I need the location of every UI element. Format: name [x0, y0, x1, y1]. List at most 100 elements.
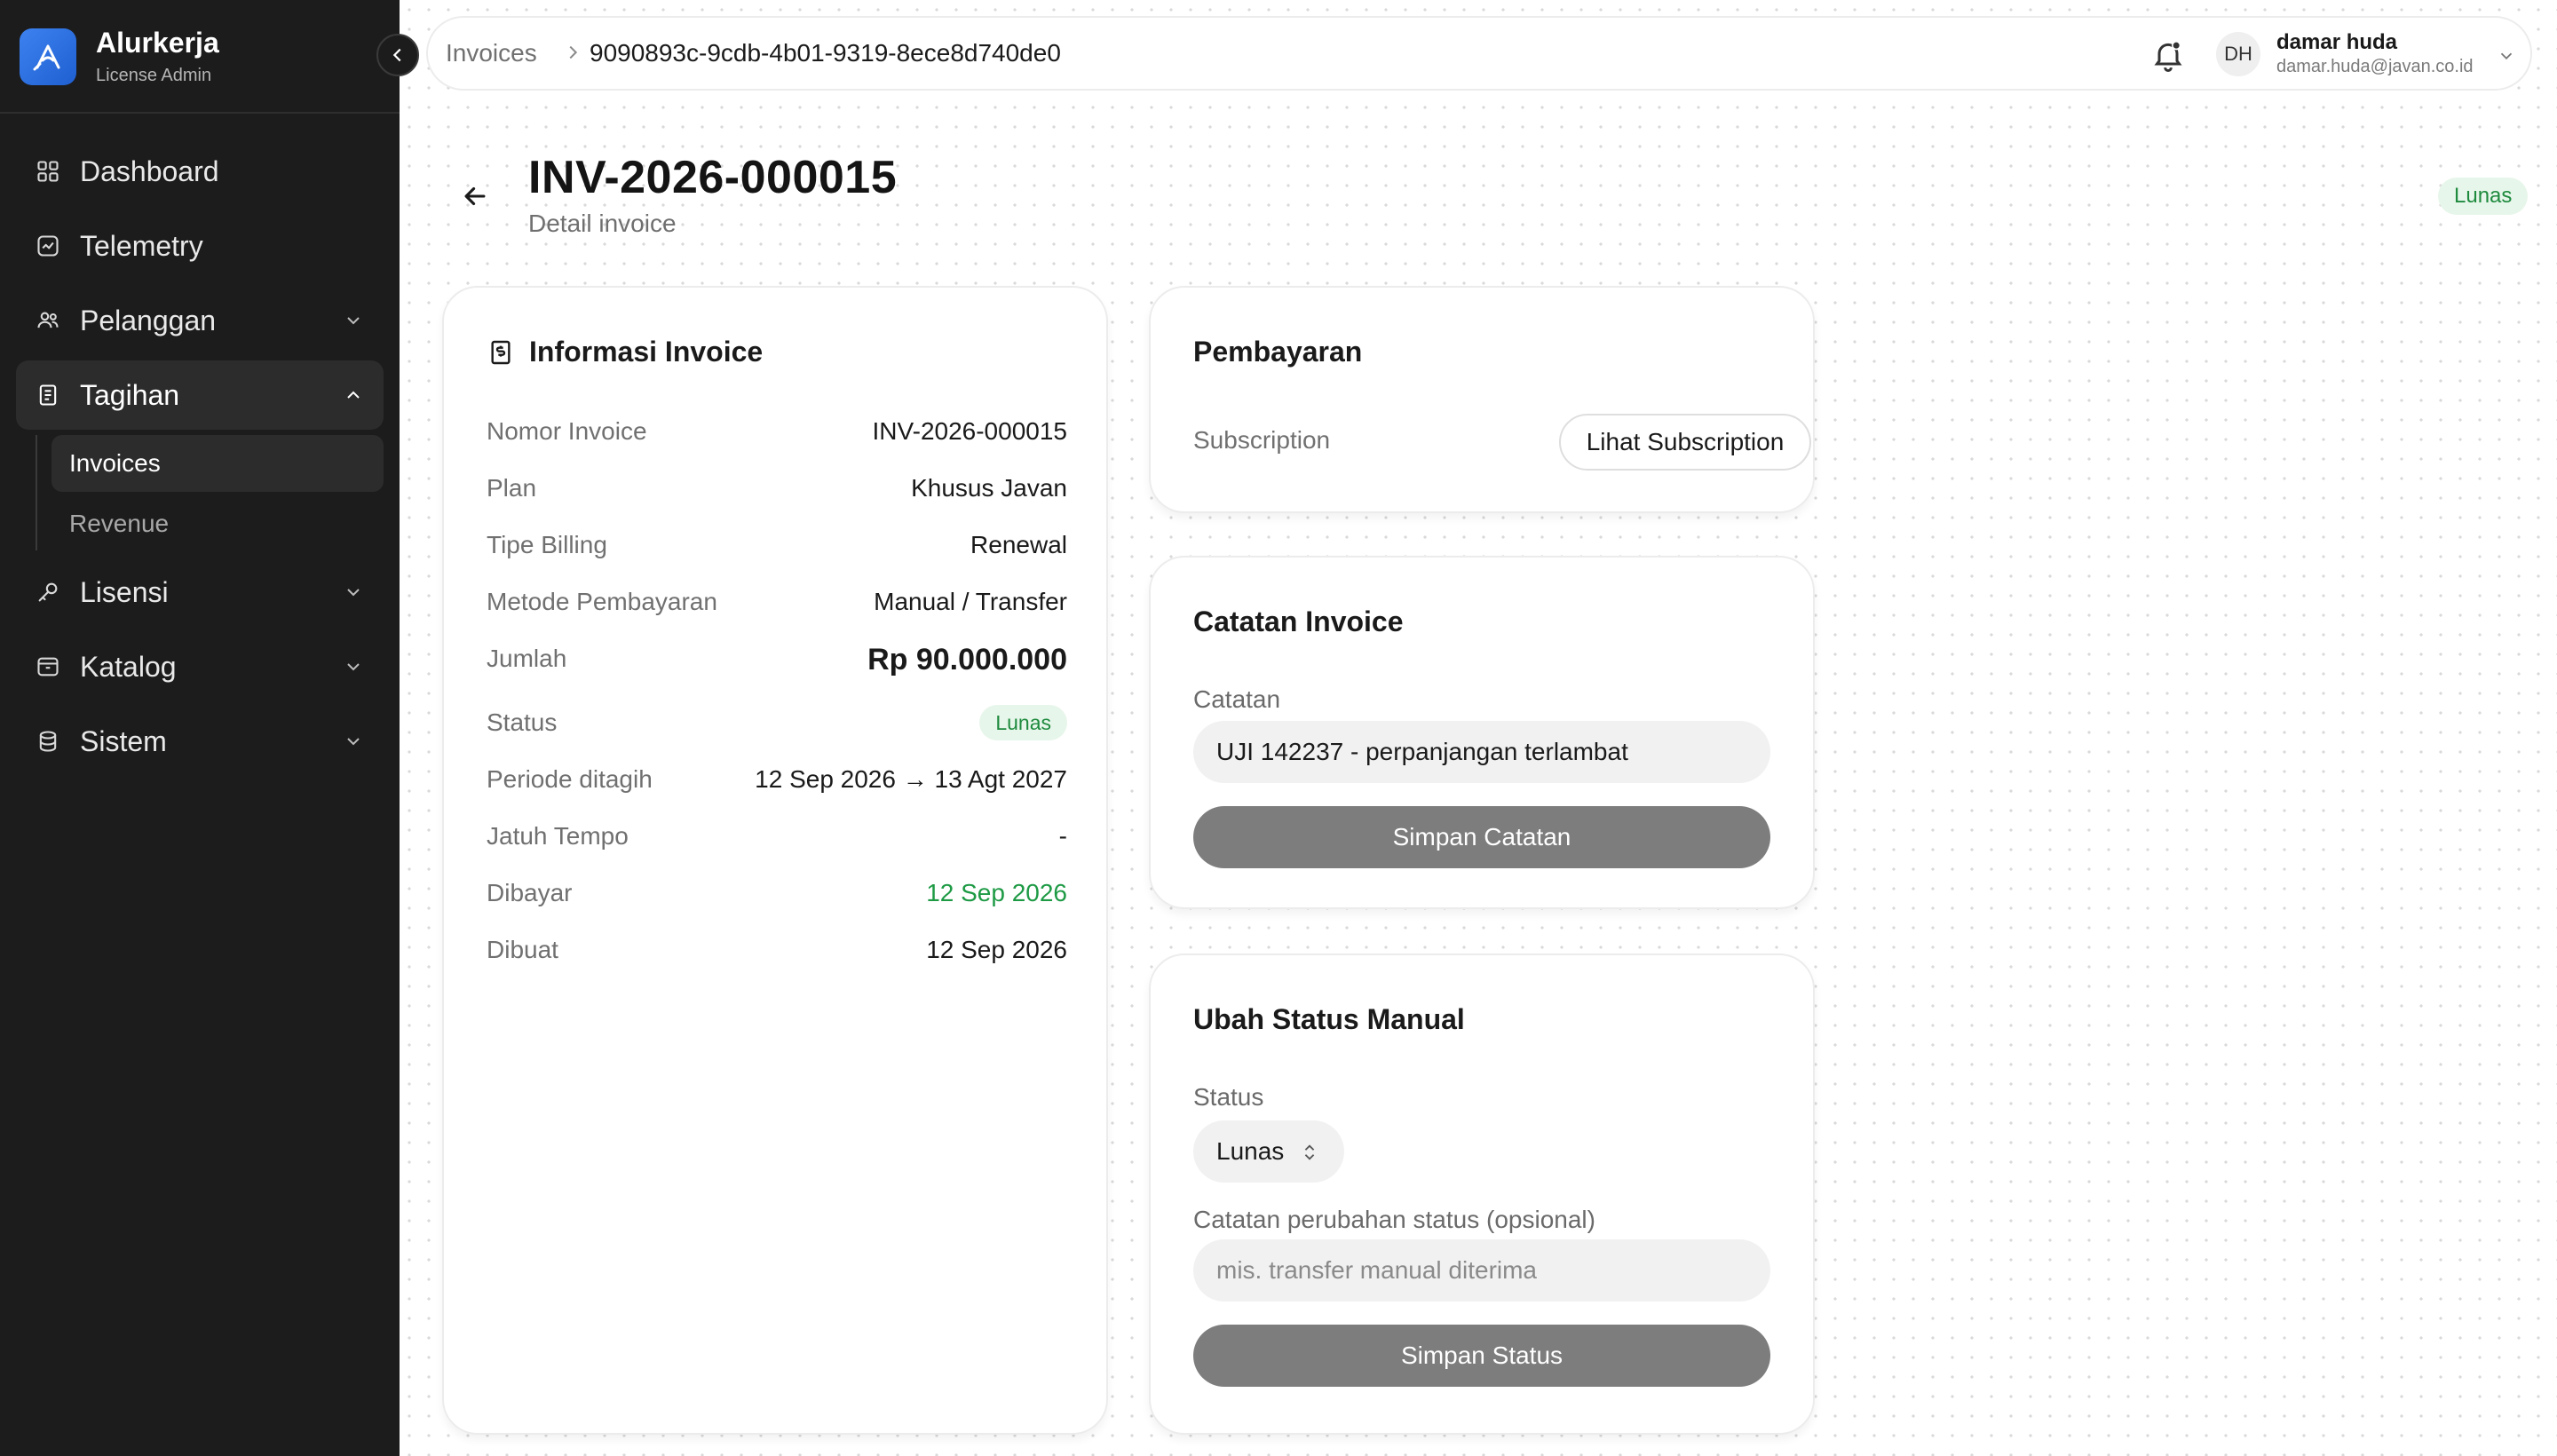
card-title: Pembayaran — [1193, 336, 1363, 368]
info-key: Metode Pembayaran — [487, 588, 717, 615]
activity-icon — [34, 232, 62, 260]
receipt-icon — [34, 381, 62, 409]
info-key: Dibayar — [487, 879, 573, 906]
app-subtitle: License Admin — [96, 66, 212, 85]
user-name[interactable]: damar huda — [2276, 30, 2397, 55]
info-key: Tipe Billing — [487, 531, 607, 558]
info-key: Periode ditagih — [487, 765, 653, 793]
info-row: Dibuat 12 Sep 2026 — [487, 936, 1067, 971]
sidebar-item-label: Telemetry — [80, 229, 203, 262]
app-logo-icon — [20, 28, 76, 85]
brand[interactable]: Alurkerja License Admin — [20, 27, 375, 87]
info-value: INV-2026-000015 — [872, 417, 1067, 445]
status-badge: Lunas — [979, 705, 1067, 740]
view-subscription-button[interactable]: Lihat Subscription — [1559, 414, 1811, 471]
info-row: Jatuh Tempo - — [487, 822, 1067, 858]
info-key: Dibuat — [487, 936, 558, 963]
manual-status-card: Ubah Status Manual Status Lunas Catatan … — [1149, 954, 1815, 1435]
paid-date-value: 12 Sep 2026 — [926, 879, 1067, 906]
invoice-icon — [491, 340, 511, 364]
info-value: Renewal — [970, 531, 1067, 558]
payment-card: Pembayaran Subscription Lihat Subscripti… — [1149, 286, 1815, 513]
page-title: INV-2026-000015 — [528, 152, 898, 203]
sidebar-item-label: Tagihan — [80, 378, 180, 411]
breadcrumb-current: 9090893c-9cdb-4b01-9319-8ece8d740de0 — [590, 39, 1061, 67]
sidebar: Alurkerja License Admin Dashboard Teleme… — [0, 0, 400, 1456]
save-status-button[interactable]: Simpan Status — [1193, 1325, 1770, 1387]
sidebar-divider — [0, 112, 400, 114]
card-title: Ubah Status Manual — [1193, 1003, 1465, 1035]
avatar[interactable]: DH — [2216, 32, 2260, 76]
info-row: Nomor Invoice INV-2026-000015 — [487, 417, 1067, 453]
database-icon — [34, 727, 62, 756]
info-row: Status Lunas — [487, 705, 1067, 744]
package-icon — [34, 653, 62, 681]
key-icon — [34, 578, 62, 606]
status-badge: Lunas — [2438, 178, 2529, 215]
chevron-up-down-icon — [1304, 1144, 1315, 1160]
notes-label: Catatan — [1193, 685, 1281, 713]
chevron-right-icon — [569, 45, 578, 59]
info-value: Manual / Transfer — [874, 588, 1067, 615]
chevron-down-icon[interactable] — [2497, 46, 2516, 66]
sidebar-subitem-invoices[interactable]: Invoices — [51, 435, 384, 492]
grid-icon — [34, 157, 62, 186]
sidebar-item-sistem[interactable]: Sistem — [16, 707, 384, 776]
subscription-label: Subscription — [1193, 426, 1331, 454]
chevron-left-icon — [392, 48, 401, 62]
sidebar-item-label: Sistem — [80, 724, 167, 757]
info-row: Tipe Billing Renewal — [487, 531, 1067, 566]
sidebar-item-label: Katalog — [80, 650, 177, 683]
sidebar-item-dashboard[interactable]: Dashboard — [16, 137, 384, 206]
status-note-input[interactable]: mis. transfer manual diterima — [1193, 1239, 1770, 1302]
chevron-down-icon — [347, 663, 360, 671]
chevron-down-icon — [347, 738, 360, 746]
save-notes-button[interactable]: Simpan Catatan — [1193, 806, 1770, 868]
bell-icon[interactable] — [2150, 37, 2186, 73]
card-header: Informasi Invoice — [487, 336, 763, 368]
back-arrow-icon[interactable] — [460, 181, 490, 211]
sidebar-item-label: Lisensi — [80, 575, 169, 608]
info-value: Khusus Javan — [911, 474, 1067, 502]
card-title: Catatan Invoice — [1193, 605, 1404, 637]
submenu-rail — [36, 435, 37, 550]
info-value: - — [1058, 822, 1067, 850]
amount-value: Rp 90.000.000 — [867, 643, 1067, 677]
sidebar-collapse-button[interactable] — [376, 34, 419, 76]
user-email: damar.huda@javan.co.id — [2276, 57, 2474, 76]
invoice-notes-card: Catatan Invoice Catatan UJI 142237 - per… — [1149, 556, 1815, 909]
main-content: Invoices 9090893c-9cdb-4b01-9319-8ece8d7… — [400, 0, 2557, 1456]
info-key: Nomor Invoice — [487, 417, 647, 445]
info-value: 12 Sep 2026 → 13 Agt 2027 — [755, 765, 1067, 793]
notes-input[interactable]: UJI 142237 - perpanjangan terlambat — [1193, 721, 1770, 783]
breadcrumb-invoices[interactable]: Invoices — [446, 39, 537, 67]
app-name: Alurkerja — [96, 27, 219, 59]
sidebar-item-katalog[interactable]: Katalog — [16, 632, 384, 701]
chevron-up-icon — [347, 391, 360, 399]
sidebar-item-pelanggan[interactable]: Pelanggan — [16, 286, 384, 355]
info-row: Periode ditagih 12 Sep 2026 → 13 Agt 202… — [487, 765, 1067, 801]
chevron-down-icon — [347, 589, 360, 597]
info-key: Jatuh Tempo — [487, 822, 629, 850]
users-icon — [34, 306, 62, 335]
invoice-info-card: Informasi Invoice Nomor Invoice INV-2026… — [442, 286, 1108, 1435]
sidebar-subitem-revenue[interactable]: Revenue — [51, 495, 384, 552]
sidebar-item-tagihan[interactable]: Tagihan — [16, 360, 384, 430]
sidebar-item-label: Pelanggan — [80, 304, 217, 336]
info-row: Dibayar 12 Sep 2026 — [487, 879, 1067, 914]
page-subtitle: Detail invoice — [528, 210, 677, 237]
sidebar-item-telemetry[interactable]: Telemetry — [16, 211, 384, 281]
info-row: Jumlah Rp 90.000.000 — [487, 643, 1067, 680]
status-select[interactable]: Lunas — [1193, 1120, 1344, 1183]
info-row: Metode Pembayaran Manual / Transfer — [487, 588, 1067, 623]
info-row: Plan Khusus Javan — [487, 474, 1067, 510]
info-key: Jumlah — [487, 645, 567, 672]
card-title: Informasi Invoice — [529, 336, 764, 368]
info-key: Plan — [487, 474, 537, 502]
info-key: Status — [487, 708, 558, 736]
status-select-value: Lunas — [1216, 1137, 1285, 1165]
info-value: 12 Sep 2026 — [926, 936, 1067, 963]
sidebar-item-lisensi[interactable]: Lisensi — [16, 558, 384, 627]
topbar: Invoices 9090893c-9cdb-4b01-9319-8ece8d7… — [426, 16, 2532, 91]
sidebar-item-label: Dashboard — [80, 154, 219, 187]
